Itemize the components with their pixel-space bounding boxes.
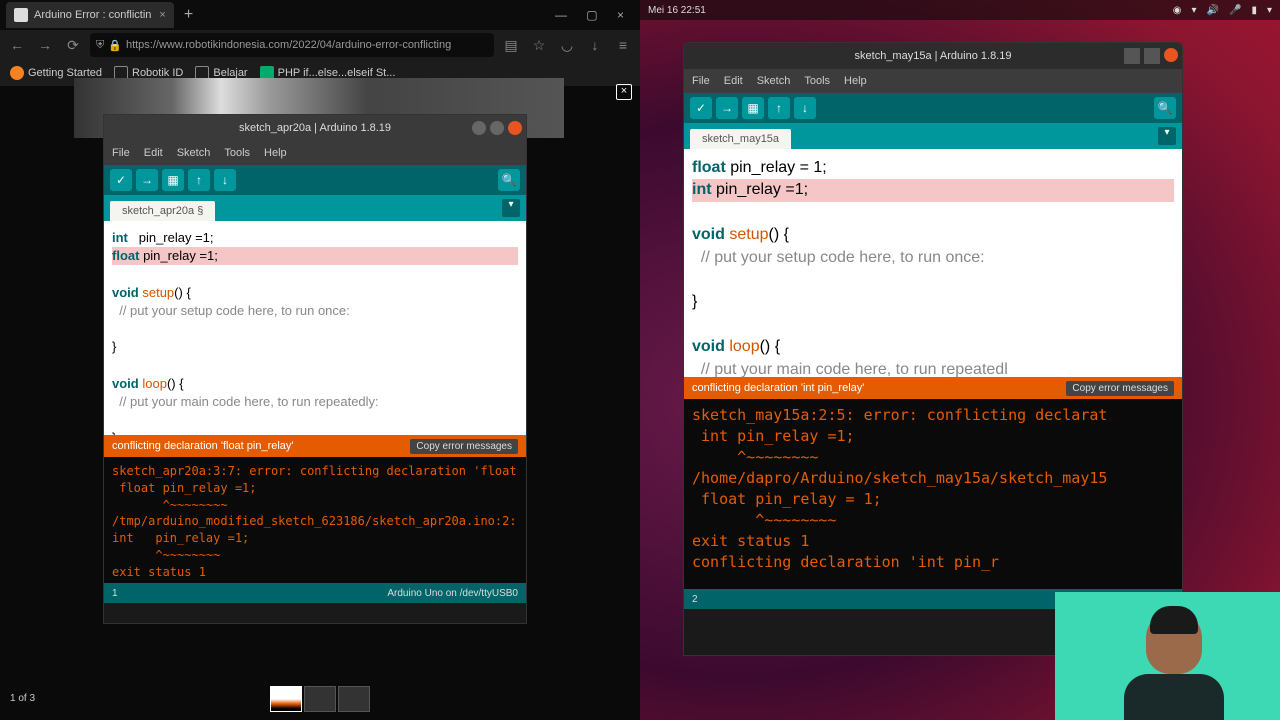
mic-icon[interactable]: 🎤: [1229, 5, 1241, 16]
code-editor[interactable]: float pin_relay = 1;int pin_relay =1; vo…: [684, 149, 1182, 377]
upload-button[interactable]: →: [716, 97, 738, 119]
new-tab-button[interactable]: +: [184, 6, 193, 24]
maximize-icon[interactable]: [1144, 48, 1160, 64]
code-editor[interactable]: int pin_relay =1;float pin_relay =1; voi…: [104, 221, 526, 435]
record-icon[interactable]: ◉: [1173, 5, 1182, 16]
menu-sketch[interactable]: Sketch: [177, 147, 211, 159]
console-output[interactable]: sketch_may15a:2:5: error: conflicting de…: [684, 399, 1182, 589]
browser-tab[interactable]: Arduino Error : conflictin ×: [6, 2, 174, 28]
minimize-button[interactable]: —: [555, 8, 567, 22]
menu-bar: File Edit Sketch Tools Help: [104, 141, 526, 165]
minimize-icon[interactable]: [472, 121, 486, 135]
maximize-button[interactable]: ▢: [586, 8, 597, 22]
pocket-icon[interactable]: ◡: [556, 37, 578, 54]
firefox-icon: [10, 66, 24, 80]
url-text: https://www.robotikindonesia.com/2022/04…: [126, 39, 451, 51]
close-icon[interactable]: [508, 121, 522, 135]
wifi-icon[interactable]: ▾: [1192, 5, 1197, 16]
menu-file[interactable]: File: [112, 147, 130, 159]
clock: Mei 16 22:51: [648, 5, 706, 16]
minimize-icon[interactable]: [1124, 48, 1140, 64]
arduino-window-right: sketch_may15a | Arduino 1.8.19 File Edit…: [683, 42, 1183, 656]
error-bar: conflicting declaration 'int pin_relay' …: [684, 377, 1182, 399]
favicon-icon: [14, 8, 28, 22]
thumbnail[interactable]: [338, 686, 370, 712]
forward-button[interactable]: →: [34, 37, 56, 53]
shield-icon: ⛨: [96, 39, 104, 52]
gallery-position: 1 of 3: [10, 693, 35, 704]
browser-toolbar: ← → ⟳ ⛨ 🔒 https://www.robotikindonesia.c…: [0, 30, 640, 60]
copy-errors-button[interactable]: Copy error messages: [410, 439, 518, 454]
save-button[interactable]: ↓: [214, 169, 236, 191]
open-button[interactable]: ↑: [768, 97, 790, 119]
window-titlebar[interactable]: sketch_apr20a | Arduino 1.8.19: [104, 115, 526, 141]
line-number: 1: [112, 588, 118, 599]
menu-help[interactable]: Help: [264, 147, 287, 159]
thumbnail[interactable]: [304, 686, 336, 712]
save-button[interactable]: ↓: [794, 97, 816, 119]
menu-bar: File Edit Sketch Tools Help: [684, 69, 1182, 93]
gallery-thumbnails: [270, 686, 370, 712]
verify-button[interactable]: ✓: [690, 97, 712, 119]
close-icon[interactable]: [1164, 48, 1178, 62]
downloads-icon[interactable]: ↓: [584, 37, 606, 53]
window-title: sketch_apr20a | Arduino 1.8.19: [239, 122, 391, 134]
bookmark-star-icon[interactable]: ☆: [528, 37, 550, 54]
window-title: sketch_may15a | Arduino 1.8.19: [855, 50, 1012, 62]
tab-title: Arduino Error : conflictin: [34, 9, 151, 21]
reload-button[interactable]: ⟳: [62, 37, 84, 54]
tab-menu-icon[interactable]: ▾: [1158, 127, 1176, 145]
toolbar: ✓ → ▦ ↑ ↓ 🔍: [104, 165, 526, 195]
menu-button[interactable]: ≡: [612, 37, 634, 53]
editor-tabs: sketch_may15a ▾: [684, 123, 1182, 149]
tab-menu-icon[interactable]: ▾: [502, 199, 520, 217]
url-bar[interactable]: ⛨ 🔒 https://www.robotikindonesia.com/202…: [90, 33, 494, 57]
sketch-tab[interactable]: sketch_apr20a §: [110, 201, 215, 221]
lock-icon: 🔒: [108, 39, 122, 52]
reader-button[interactable]: ▤: [500, 37, 522, 54]
menu-help[interactable]: Help: [844, 75, 867, 87]
window-titlebar[interactable]: sketch_may15a | Arduino 1.8.19: [684, 43, 1182, 69]
arduino-window-left: sketch_apr20a | Arduino 1.8.19 File Edit…: [103, 114, 527, 624]
thumbnail[interactable]: [270, 686, 302, 712]
open-button[interactable]: ↑: [188, 169, 210, 191]
new-button[interactable]: ▦: [162, 169, 184, 191]
board-info: Arduino Uno on /dev/ttyUSB0: [387, 588, 518, 599]
console-output[interactable]: sketch_apr20a:3:7: error: conflicting de…: [104, 457, 526, 583]
serial-monitor-button[interactable]: 🔍: [1154, 97, 1176, 119]
upload-button[interactable]: →: [136, 169, 158, 191]
lightbox-close-icon[interactable]: ×: [616, 84, 632, 100]
volume-icon[interactable]: 🔊: [1207, 5, 1219, 16]
new-button[interactable]: ▦: [742, 97, 764, 119]
menu-edit[interactable]: Edit: [724, 75, 743, 87]
close-button[interactable]: ×: [617, 8, 624, 22]
maximize-icon[interactable]: [490, 121, 504, 135]
editor-tabs: sketch_apr20a § ▾: [104, 195, 526, 221]
webcam-overlay: [1055, 592, 1280, 720]
serial-monitor-button[interactable]: 🔍: [498, 169, 520, 191]
menu-file[interactable]: File: [692, 75, 710, 87]
line-number: 2: [692, 594, 698, 605]
presenter: [1119, 610, 1229, 720]
battery-icon[interactable]: ▮: [1251, 5, 1257, 16]
browser-tab-strip: Arduino Error : conflictin × + — ▢ ×: [0, 0, 640, 30]
menu-tools[interactable]: Tools: [804, 75, 830, 87]
toolbar: ✓ → ▦ ↑ ↓ 🔍: [684, 93, 1182, 123]
system-menu-icon[interactable]: ▾: [1267, 5, 1272, 16]
copy-errors-button[interactable]: Copy error messages: [1066, 381, 1174, 396]
status-bar: 1 Arduino Uno on /dev/ttyUSB0: [104, 583, 526, 603]
error-message: conflicting declaration 'int pin_relay': [692, 382, 864, 394]
error-message: conflicting declaration 'float pin_relay…: [112, 440, 294, 452]
verify-button[interactable]: ✓: [110, 169, 132, 191]
browser-window: Arduino Error : conflictin × + — ▢ × ← →…: [0, 0, 640, 720]
tab-close-icon[interactable]: ×: [159, 9, 165, 21]
gnome-top-bar[interactable]: Mei 16 22:51 ◉ ▾ 🔊 🎤 ▮ ▾: [640, 0, 1280, 20]
window-controls: — ▢ ×: [539, 8, 640, 22]
back-button[interactable]: ←: [6, 37, 28, 53]
menu-edit[interactable]: Edit: [144, 147, 163, 159]
menu-tools[interactable]: Tools: [224, 147, 250, 159]
menu-sketch[interactable]: Sketch: [757, 75, 791, 87]
error-bar: conflicting declaration 'float pin_relay…: [104, 435, 526, 457]
sketch-tab[interactable]: sketch_may15a: [690, 129, 791, 149]
